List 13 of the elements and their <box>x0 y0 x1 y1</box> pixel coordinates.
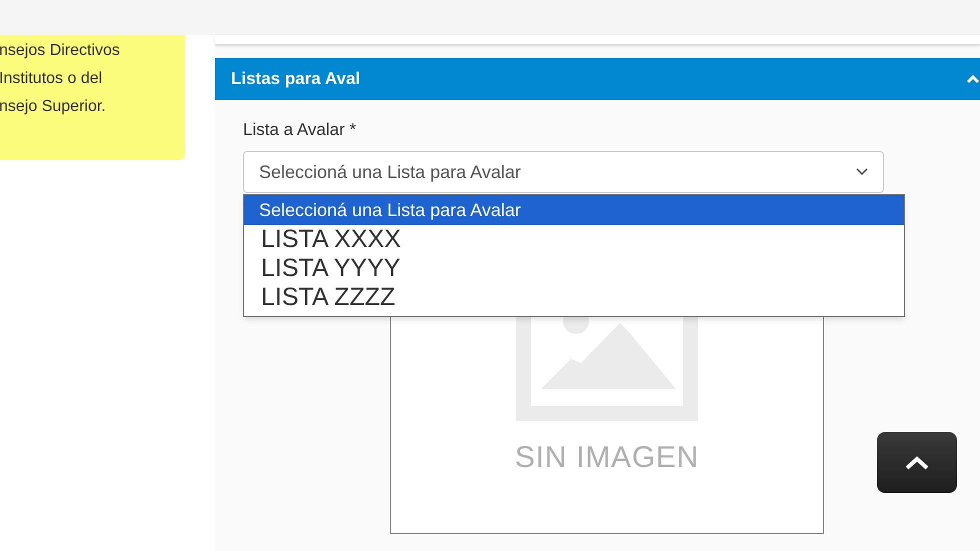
dropdown-option[interactable]: Seleccioná una Lista para Avalar <box>244 195 904 225</box>
collapse-icon[interactable] <box>966 74 980 84</box>
dropdown-option[interactable]: LISTA ZZZZ <box>244 283 904 312</box>
chevron-down-icon <box>856 168 868 176</box>
chevron-up-icon <box>904 454 930 470</box>
panel-title: Listas para Aval <box>231 68 360 90</box>
list-select[interactable]: Seleccioná una Lista para Avalar <box>243 151 884 193</box>
dropdown-option[interactable]: LISTA XXXX <box>244 225 904 254</box>
image-caption: SIN IMAGEN <box>514 440 700 476</box>
dropdown-option[interactable]: LISTA YYYY <box>244 254 904 283</box>
field-label: Lista a Avalar * <box>243 120 358 140</box>
back-to-top-button[interactable] <box>877 432 957 493</box>
note-text: nsejos Directivos Institutos o del nsejo Superior. <box>0 41 121 117</box>
